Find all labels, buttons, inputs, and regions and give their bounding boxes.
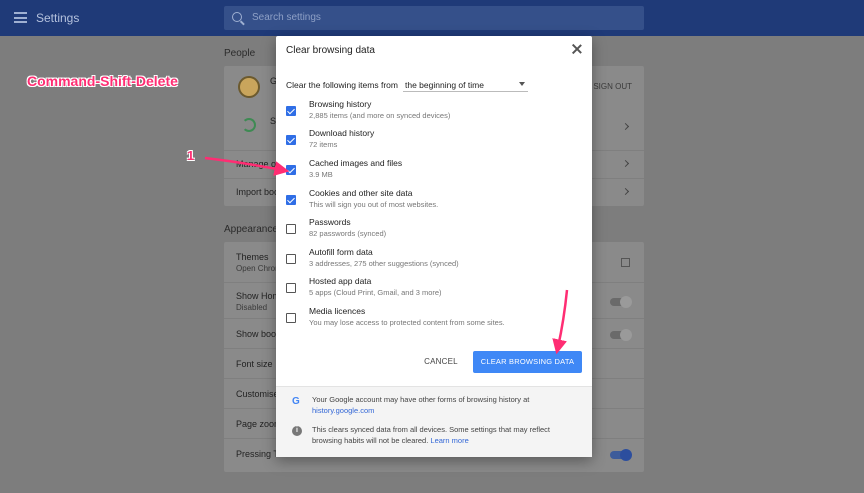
checkbox[interactable] xyxy=(286,313,296,323)
item-download-history[interactable]: Download history 72 items xyxy=(286,128,576,156)
item-passwords[interactable]: Passwords 82 passwords (synced) xyxy=(286,217,576,245)
item-sub: 5 apps (Cloud Print, Gmail, and 3 more) xyxy=(309,288,442,297)
item-label: Browsing history xyxy=(309,99,372,109)
manage-row-label: Manage o xyxy=(236,159,277,169)
time-range-label: Clear the following items from xyxy=(286,80,398,90)
item-label: Cookies and other site data xyxy=(309,188,413,198)
menu-icon[interactable] xyxy=(14,12,27,23)
dialog-footer: G Your Google account may have other for… xyxy=(276,386,592,457)
page-zoom-label: Page zoom xyxy=(236,419,282,429)
external-link-icon[interactable] xyxy=(621,258,630,267)
item-sub: 72 items xyxy=(309,140,338,149)
themes-label: Themes xyxy=(236,252,269,262)
show-home-toggle[interactable] xyxy=(610,296,632,308)
time-range-value: the beginning of time xyxy=(405,80,484,90)
google-account-note: Your Google account may have other forms… xyxy=(312,394,582,416)
top-bar: Settings Search settings xyxy=(0,0,864,36)
learn-more-link[interactable]: Learn more xyxy=(430,436,468,445)
app-title: Settings xyxy=(36,11,80,25)
item-hosted-app-data[interactable]: Hosted app data 5 apps (Cloud Print, Gma… xyxy=(286,276,576,304)
checkbox[interactable] xyxy=(286,254,296,264)
font-size-label: Font size xyxy=(236,359,273,369)
annotation-step-1: 1 xyxy=(187,148,195,163)
dropdown-arrow-icon xyxy=(519,82,525,86)
people-section-title: People xyxy=(224,48,256,59)
clear-browsing-data-button[interactable]: CLEAR BROWSING DATA xyxy=(473,351,582,373)
search-input[interactable]: Search settings xyxy=(224,6,644,30)
item-label: Download history xyxy=(309,128,375,138)
checkbox[interactable] xyxy=(286,195,296,205)
show-bookmarks-label: Show book xyxy=(236,329,281,339)
checkbox[interactable] xyxy=(286,106,296,116)
item-label: Media licences xyxy=(309,306,366,316)
pressing-tab-toggle[interactable] xyxy=(610,449,632,461)
item-sub: You may lose access to protected content… xyxy=(309,318,505,327)
google-icon: G xyxy=(292,396,300,407)
info-icon: i xyxy=(292,426,302,436)
item-label: Hosted app data xyxy=(309,276,372,286)
close-icon[interactable] xyxy=(572,44,582,54)
item-cookies[interactable]: Cookies and other site data This will si… xyxy=(286,188,576,216)
import-row-label: Import boo xyxy=(236,187,280,197)
customise-label: Customise xyxy=(236,389,279,399)
item-label: Passwords xyxy=(309,217,351,227)
annotation-title: Command-Shift-Delete xyxy=(27,73,178,89)
item-browsing-history[interactable]: Browsing history 2,885 items (and more o… xyxy=(286,99,576,127)
item-sub: 82 passwords (synced) xyxy=(309,229,387,238)
item-sub: 2,885 items (and more on synced devices) xyxy=(309,111,451,120)
clear-browsing-data-dialog: Clear browsing data Clear the following … xyxy=(276,36,592,457)
avatar xyxy=(238,76,260,98)
chevron-right-icon[interactable] xyxy=(621,122,630,131)
appearance-section-title: Appearance xyxy=(224,224,278,235)
search-icon xyxy=(232,12,242,22)
item-sub: This will sign you out of most websites. xyxy=(309,200,439,209)
show-home-sub: Disabled xyxy=(236,303,268,312)
google-account-text: Your Google account may have other forms… xyxy=(312,395,530,404)
item-media-licences[interactable]: Media licences You may lose access to pr… xyxy=(286,306,576,334)
item-cached-images[interactable]: Cached images and files 3.9 MB xyxy=(286,158,576,186)
item-label: Cached images and files xyxy=(309,158,403,168)
checkbox[interactable] xyxy=(286,135,296,145)
item-sub: 3.9 MB xyxy=(309,170,333,179)
themes-sub: Open Chron xyxy=(236,264,280,273)
time-range-select[interactable]: the beginning of time xyxy=(403,76,528,92)
show-home-label: Show Hom xyxy=(236,291,281,301)
chevron-right-icon xyxy=(621,159,630,168)
cancel-button[interactable]: CANCEL xyxy=(420,354,462,370)
sign-out-button[interactable]: SIGN OUT xyxy=(593,82,632,91)
checkbox[interactable] xyxy=(286,224,296,234)
checkbox[interactable] xyxy=(286,283,296,293)
checkbox[interactable] xyxy=(286,165,296,175)
item-label: Autofill form data xyxy=(309,247,373,257)
sync-icon xyxy=(242,118,256,132)
search-placeholder: Search settings xyxy=(252,12,321,23)
item-sub: 3 addresses, 275 other suggestions (sync… xyxy=(309,259,459,268)
item-autofill[interactable]: Autofill form data 3 addresses, 275 othe… xyxy=(286,247,576,275)
sync-note: This clears synced data from all devices… xyxy=(312,424,582,446)
chevron-right-icon xyxy=(621,187,630,196)
show-bookmarks-toggle[interactable] xyxy=(610,329,632,341)
history-google-link[interactable]: history.google.com xyxy=(312,406,374,415)
dialog-title: Clear browsing data xyxy=(286,45,375,56)
